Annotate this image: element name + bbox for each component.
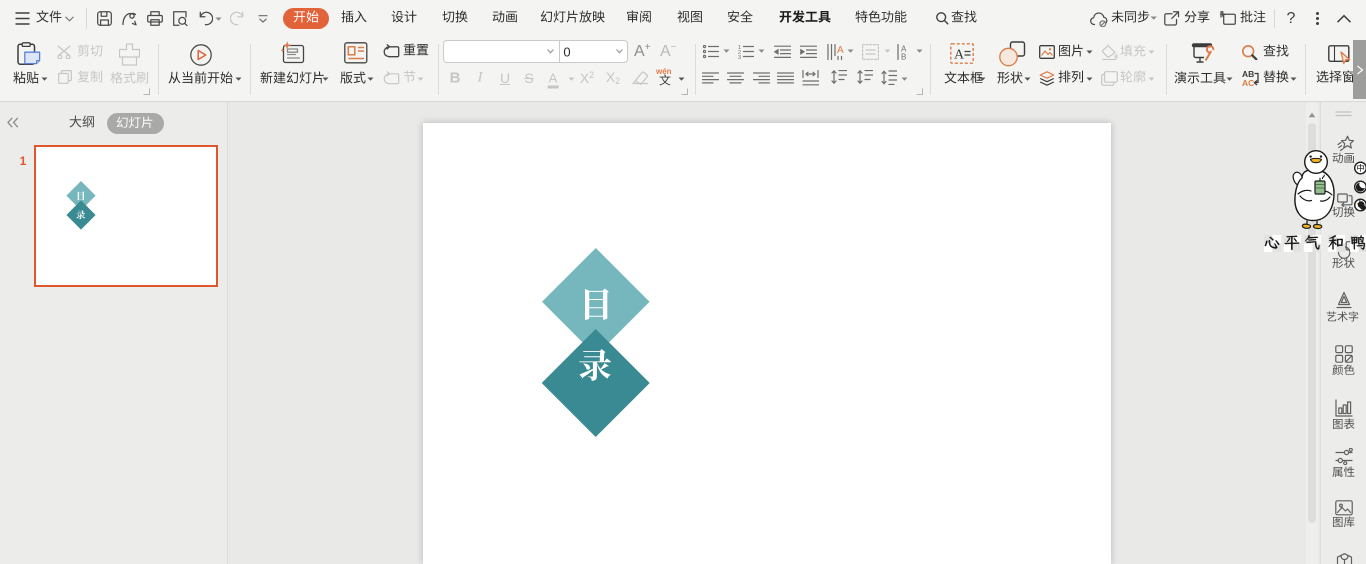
svg-text:A: A — [954, 48, 965, 63]
svg-text:3: 3 — [738, 55, 741, 59]
svg-text:A: A — [837, 45, 844, 56]
svg-text:AC: AC — [1242, 78, 1254, 86]
svg-text:B: B — [901, 53, 906, 61]
